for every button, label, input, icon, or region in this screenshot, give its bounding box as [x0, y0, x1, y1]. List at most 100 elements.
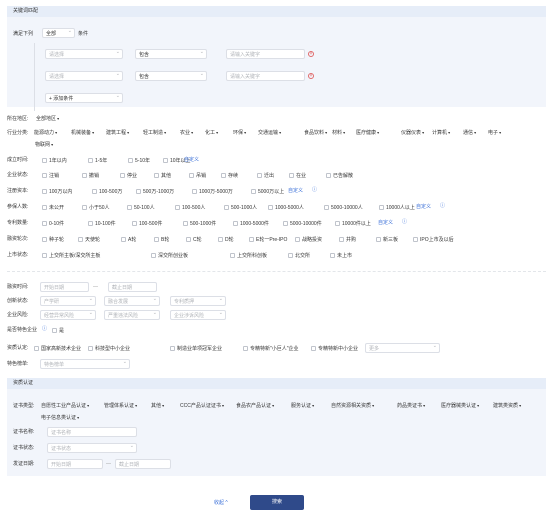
filter-option[interactable]: 天使轮 [78, 237, 100, 243]
filter-option[interactable]: 深交所创业板 [151, 253, 188, 259]
filter-option[interactable]: 10-100件 [88, 221, 116, 227]
filter-option[interactable]: 5000-10000人 [324, 205, 363, 211]
industry-item[interactable]: 医疗健康 [356, 131, 379, 136]
filter-option[interactable]: 上交所科创板 [230, 253, 267, 259]
industry-item[interactable]: 建筑工程 [106, 131, 129, 136]
filter-option[interactable]: 种子轮 [42, 237, 64, 243]
filter-option[interactable]: 1-5年 [88, 158, 107, 164]
qualification-option[interactable]: 科技型中小企业 [88, 346, 130, 352]
innovation-select-1[interactable]: 产学研 [40, 296, 96, 306]
industry-item[interactable]: 通信 [463, 131, 476, 136]
filter-option[interactable]: 小于50人 [82, 205, 110, 211]
filter-option[interactable]: E轮一Pre-IPO [249, 237, 287, 243]
cert-status-select[interactable]: 证书状态 [47, 443, 137, 453]
qualification-option[interactable]: 专精特新"小巨人"企业 [243, 346, 299, 352]
filter-option[interactable]: 50-100人 [127, 205, 155, 211]
finance-end-input[interactable]: 截止日期 [108, 282, 157, 292]
filter-option[interactable]: 0-10件 [42, 221, 64, 227]
industry-item[interactable]: 机械装备 [71, 131, 94, 136]
filter-option[interactable]: 未公开 [42, 205, 64, 211]
match-select[interactable]: 全部 [42, 28, 75, 38]
cert-type-item[interactable]: 药品类证书 [397, 404, 425, 409]
region-dropdown[interactable]: 全部地区 [36, 117, 59, 122]
qualification-option[interactable]: 国家高新技术企业 [34, 346, 81, 352]
filter-option[interactable]: 500万-1000万 [136, 189, 174, 195]
filter-option[interactable]: 5000-10000件 [283, 221, 322, 227]
filter-option[interactable]: 战略投资 [295, 237, 322, 243]
industry-item[interactable]: 材料 [332, 131, 345, 136]
cert-name-input[interactable]: 证书名称 [47, 427, 137, 437]
search-button[interactable]: 搜索 [250, 495, 304, 510]
finance-start-input[interactable]: 开始日期 [40, 282, 89, 292]
filter-option[interactable]: 迁出 [257, 173, 274, 179]
cert-type-item[interactable]: 医疗器械类认证 [441, 404, 479, 409]
keyword-field-select-2[interactable]: 请选择 [45, 71, 123, 81]
collapse-link[interactable]: 收起 ^ [214, 501, 228, 506]
cert-type-item[interactable]: 服务认证 [291, 404, 314, 409]
filter-option[interactable]: IPO上市及以后 [413, 237, 454, 243]
filter-option[interactable]: C轮 [186, 237, 202, 243]
filter-option[interactable]: 1年以内 [42, 158, 67, 164]
industry-item[interactable]: 轻工制造 [143, 131, 166, 136]
filter-option[interactable]: 100-500人 [175, 205, 205, 211]
qualification-more-select[interactable]: 更多 [365, 343, 440, 353]
filter-option[interactable]: 北交所 [288, 253, 310, 259]
cert-type-item[interactable]: 建筑类资质 [493, 404, 521, 409]
keyword-op-select-2[interactable]: 包含 [135, 71, 207, 81]
cert-type-item[interactable]: 电子信息类认证 [41, 416, 79, 421]
filter-option[interactable]: 500-1000人 [224, 205, 257, 211]
filter-option[interactable]: 在业 [289, 173, 306, 179]
qualification-option[interactable]: 专精特新中小企业 [311, 346, 358, 352]
industry-item[interactable]: 电子 [488, 131, 501, 136]
filter-option[interactable]: 其他 [154, 173, 171, 179]
cert-type-item[interactable]: 管理体系认证 [104, 404, 137, 409]
custom-link[interactable]: 自定义 [416, 205, 431, 210]
cert-date-start[interactable]: 开始日期 [47, 459, 103, 469]
filter-option[interactable]: 撤销 [82, 173, 99, 179]
risk-select-1[interactable]: 经营异常风险 [40, 310, 96, 320]
cert-type-item[interactable]: CCC产品认证证书 [180, 404, 224, 409]
qualification-option[interactable]: 制造业单项冠军企业 [170, 346, 222, 352]
filter-option[interactable]: 500-1000件 [183, 221, 216, 227]
remove-row-icon-2[interactable]: × [308, 73, 314, 79]
industry-item[interactable]: 化工 [205, 131, 218, 136]
industry-item[interactable]: 农业 [180, 131, 193, 136]
custom-link[interactable]: 自定义 [288, 189, 303, 194]
ranking-select[interactable]: 特色榜单 [40, 359, 130, 369]
filter-option[interactable]: 100万以内 [42, 189, 72, 195]
filter-option[interactable]: 未上市 [330, 253, 352, 259]
innovation-select-2[interactable]: 融合发展 [104, 296, 160, 306]
filter-option[interactable]: 上交所主板/深交所主板 [42, 253, 100, 259]
industry-item[interactable]: 食品饮料 [304, 131, 327, 136]
keyword-field-select-1[interactable]: 请选择 [45, 49, 123, 59]
industry-item[interactable]: 交通运输 [258, 131, 281, 136]
industry-item[interactable]: 能源动力 [34, 131, 57, 136]
filter-option[interactable]: 5000万以上 [251, 189, 284, 195]
filter-option[interactable]: D轮 [218, 237, 234, 243]
filter-option[interactable]: 新三板 [376, 237, 398, 243]
filter-option[interactable]: 1000万-5000万 [192, 189, 233, 195]
filter-option[interactable]: 10000人以上 [379, 205, 415, 211]
industry-item[interactable]: 物联网 [35, 143, 53, 148]
filter-option[interactable]: A轮 [121, 237, 136, 243]
keyword-op-select-1[interactable]: 包含 [135, 49, 207, 59]
cert-type-item[interactable]: 自愿性工业产品认证 [41, 404, 89, 409]
innovation-select-3[interactable]: 专利质押 [170, 296, 226, 306]
cert-date-end[interactable]: 截止日期 [115, 459, 171, 469]
filter-option[interactable]: 1000-5000人 [268, 205, 304, 211]
filter-option[interactable]: 存续 [221, 173, 238, 179]
filter-option[interactable]: 停业 [120, 173, 137, 179]
filter-option[interactable]: 100-500万 [92, 189, 122, 195]
cert-type-item[interactable]: 自然资源相关资质 [331, 404, 374, 409]
remove-row-icon-1[interactable]: × [308, 51, 314, 57]
industry-item[interactable]: 环保 [233, 131, 246, 136]
filter-option[interactable]: B轮 [154, 237, 169, 243]
filter-option[interactable]: 并购 [339, 237, 356, 243]
filter-option[interactable]: 5-10年 [128, 158, 150, 164]
keyword-input-1[interactable]: 请输入关键字 [226, 49, 305, 59]
keyword-input-2[interactable]: 请输入关键字 [226, 71, 305, 81]
risk-select-3[interactable]: 企业涉诉风险 [170, 310, 226, 320]
filter-option[interactable]: 10000件以上 [335, 221, 371, 227]
industry-item[interactable]: 计算机 [432, 131, 450, 136]
filter-option[interactable]: 1000-5000件 [233, 221, 269, 227]
